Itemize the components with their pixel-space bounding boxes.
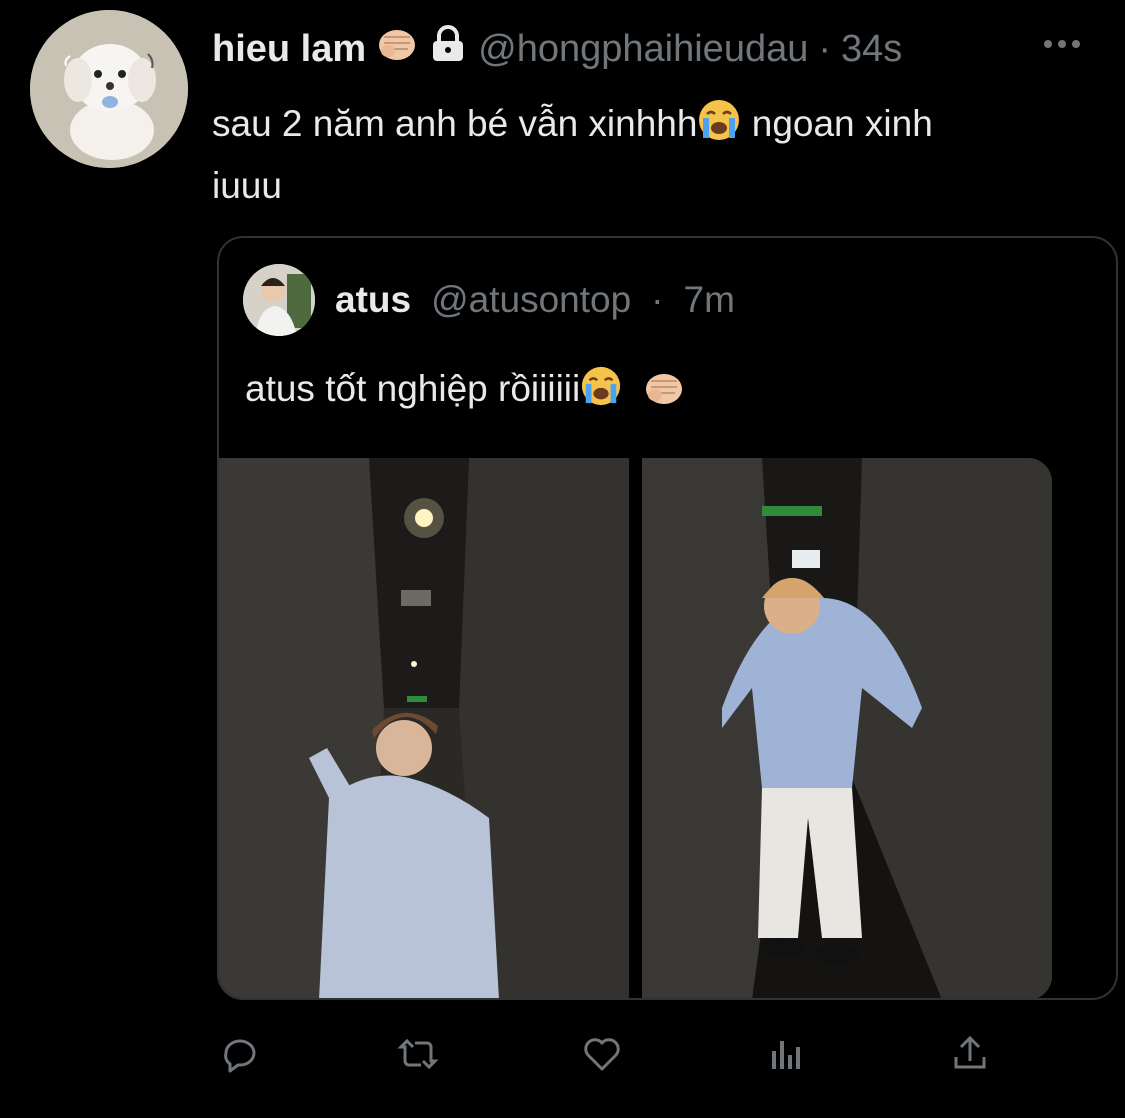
person-avatar-image [243, 264, 315, 336]
author-avatar[interactable] [30, 10, 188, 168]
tweet-text-line1b: ngoan xinh [741, 103, 933, 144]
author-name[interactable]: hieu lam [212, 28, 366, 71]
lock-icon [428, 24, 468, 74]
tweet-action-bar [210, 1024, 1000, 1084]
retweet-button[interactable] [388, 1024, 448, 1084]
tweet-text-line2: iuuu [212, 165, 282, 206]
tweet-text-line1: sau 2 năm anh bé vẫn xinhhh [212, 103, 698, 144]
fist-emoji-icon [376, 25, 418, 73]
heart-icon [584, 1038, 620, 1071]
quote-timestamp[interactable]: 7m [684, 279, 735, 321]
quoted-tweet[interactable]: atus @atusontop · 7m atus tốt nghiệp rồi… [217, 236, 1118, 1000]
tweet-text: sau 2 năm anh bé vẫn xinhhh ngoan xinh i… [212, 96, 1092, 214]
share-button[interactable] [940, 1024, 1000, 1084]
quote-photo-1[interactable] [219, 458, 629, 998]
tweet-header: hieu lam @hongphaihieudau · 34s [212, 24, 902, 74]
hallway-photo-image [219, 458, 629, 998]
quote-header-separator: · [651, 279, 664, 320]
reply-icon [224, 1039, 256, 1073]
more-options-button[interactable] [1040, 26, 1084, 62]
quote-text-content: atus tốt nghiệp rồiiiiii [245, 368, 581, 409]
quote-header: atus @atusontop · 7m [243, 263, 735, 337]
header-separator: · [818, 27, 832, 70]
puppy-avatar-image [30, 10, 188, 168]
quote-text: atus tốt nghiệp rồiiiiii [245, 364, 685, 420]
tweet-timestamp[interactable]: 34s [841, 28, 902, 71]
analytics-icon [772, 1041, 800, 1069]
crying-face-emoji-icon [697, 98, 741, 158]
more-dots-icon [1044, 40, 1080, 48]
fist-emoji-icon [643, 369, 685, 420]
author-handle[interactable]: @hongphaihieudau [478, 28, 808, 71]
hallway-photo-image [642, 458, 1052, 998]
analytics-button[interactable] [756, 1024, 816, 1084]
retweet-icon [397, 1038, 439, 1070]
share-icon [954, 1035, 986, 1069]
quote-photo-2[interactable] [642, 458, 1052, 998]
quote-author-name[interactable]: atus [335, 279, 411, 321]
like-button[interactable] [572, 1024, 632, 1084]
reply-button[interactable] [210, 1024, 270, 1084]
quote-author-avatar[interactable] [243, 264, 315, 336]
crying-face-emoji-icon [580, 365, 622, 420]
quote-author-handle[interactable]: @atusontop [431, 279, 631, 321]
